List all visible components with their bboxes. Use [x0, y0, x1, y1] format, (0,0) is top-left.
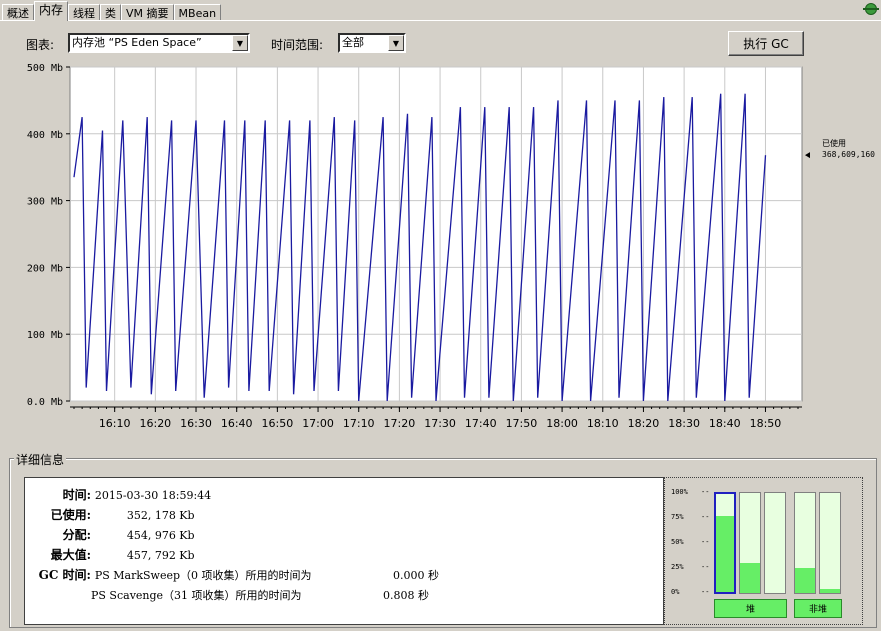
x-tick-label: 16:50: [262, 417, 294, 430]
percent-label: 0%: [671, 588, 680, 596]
current-value-marker: [805, 152, 810, 159]
tab-5[interactable]: MBean: [173, 4, 222, 21]
x-tick-label: 16:40: [221, 417, 253, 430]
x-tick-label: 17:00: [302, 417, 334, 430]
percent-tick: --: [701, 513, 710, 521]
x-tick-label: 17:20: [384, 417, 416, 430]
details-panel: 时间: 2015-03-30 18:59:44 已使用: 352, 178 Kb…: [24, 477, 664, 625]
memory-pools-panel: 100% -- 75% -- 50% -- 25% -- 0% -- 堆非堆: [664, 477, 863, 625]
x-tick-label: 18:40: [709, 417, 741, 430]
chart-label: 图表:: [26, 38, 55, 52]
annotation-label: 已使用: [822, 138, 846, 148]
x-tick-label: 17:30: [424, 417, 456, 430]
committed-value: 454, 976 Kb: [126, 529, 195, 542]
y-tick-label: 300 Mb: [27, 197, 63, 208]
details-title: 详细信息: [14, 451, 67, 468]
range-select[interactable]: 全部 ▼: [338, 33, 406, 53]
tab-baseline: [0, 20, 881, 21]
x-tick-label: 17:40: [465, 417, 497, 430]
heap-pool-bar[interactable]: [739, 492, 761, 594]
percent-label: 50%: [671, 538, 684, 546]
y-tick-label: 500 Mb: [27, 63, 63, 74]
percent-tick: --: [701, 588, 710, 596]
x-tick-label: 16:20: [139, 417, 171, 430]
nonheap-pool-bar[interactable]: [819, 492, 841, 594]
x-tick-label: 16:10: [99, 417, 131, 430]
chart-select-value: 内存池 “PS Eden Space”: [72, 36, 202, 49]
heap-pool-bar[interactable]: [764, 492, 786, 594]
gc2-time: 0.808 秒: [383, 589, 429, 602]
x-tick-label: 18:20: [628, 417, 660, 430]
x-tick-label: 17:10: [343, 417, 375, 430]
x-tick-label: 18:00: [546, 417, 578, 430]
tab-strip: 概述 内存 线程类 VM 摘要 MBean: [2, 1, 222, 21]
y-tick-label: 200 Mb: [27, 263, 63, 274]
gc2-name: PS Scavenge（31 项收集）所用的时间为: [91, 589, 302, 602]
tab-4[interactable]: VM 摘要: [121, 4, 174, 21]
x-tick-label: 18:30: [668, 417, 700, 430]
connection-icon: [863, 3, 879, 15]
nonheap-pool-bar-fill: [795, 568, 815, 593]
gc-time-label: GC 时间:: [38, 568, 91, 582]
y-tick-label: 100 Mb: [27, 330, 63, 341]
time-label: 时间:: [62, 488, 91, 502]
committed-label: 分配:: [62, 528, 91, 542]
heap-pool-bar-fill: [740, 563, 760, 593]
tab-0[interactable]: 概述: [2, 4, 34, 21]
nonheap-pool-bar-fill: [820, 589, 840, 593]
tab-3[interactable]: 类: [100, 4, 122, 21]
y-tick-label: 0.0 Mb: [27, 397, 63, 408]
range-label: 时间范围:: [271, 38, 324, 52]
perform-gc-button[interactable]: 执行 GC: [728, 31, 804, 56]
max-value: 457, 792 Kb: [126, 549, 195, 562]
nonheap-pool-bar[interactable]: [794, 492, 816, 594]
used-value: 352, 178 Kb: [126, 509, 195, 522]
used-label: 已使用:: [50, 508, 91, 522]
tab-2[interactable]: 线程: [68, 4, 101, 21]
nonheap-button[interactable]: 非堆: [794, 599, 842, 618]
percent-tick: --: [701, 538, 710, 546]
y-tick-label: 400 Mb: [27, 130, 63, 141]
memory-chart: 0.0 Mb 100 Mb 200 Mb 300 Mb 400 Mb 500 Mb 16:1…: [27, 63, 875, 430]
gc1-name: PS MarkSweep（0 项收集）所用的时间为: [94, 569, 312, 582]
heap-button[interactable]: 堆: [714, 599, 787, 618]
percent-label: 75%: [671, 513, 684, 521]
percent-label: 25%: [671, 563, 684, 571]
x-tick-label: 18:50: [750, 417, 782, 430]
heap-pool-bar[interactable]: [714, 492, 736, 594]
annotation-value: 368,609,160: [822, 150, 875, 159]
x-tick-label: 16:30: [180, 417, 212, 430]
x-tick-label: 18:10: [587, 417, 619, 430]
max-label: 最大值:: [50, 548, 91, 562]
x-tick-label: 17:50: [506, 417, 538, 430]
percent-label: 100%: [671, 488, 688, 496]
heap-pool-bar-fill: [716, 515, 734, 592]
chevron-down-icon[interactable]: ▼: [388, 35, 404, 51]
chevron-down-icon[interactable]: ▼: [232, 35, 248, 51]
percent-tick: --: [701, 563, 710, 571]
chart-select[interactable]: 内存池 “PS Eden Space” ▼: [68, 33, 250, 53]
time-value: 2015-03-30 18:59:44: [94, 489, 212, 502]
range-select-value: 全部: [342, 36, 364, 49]
percent-tick: --: [701, 488, 710, 496]
tab-1[interactable]: 内存: [34, 1, 69, 21]
gc1-time: 0.000 秒: [393, 569, 439, 582]
